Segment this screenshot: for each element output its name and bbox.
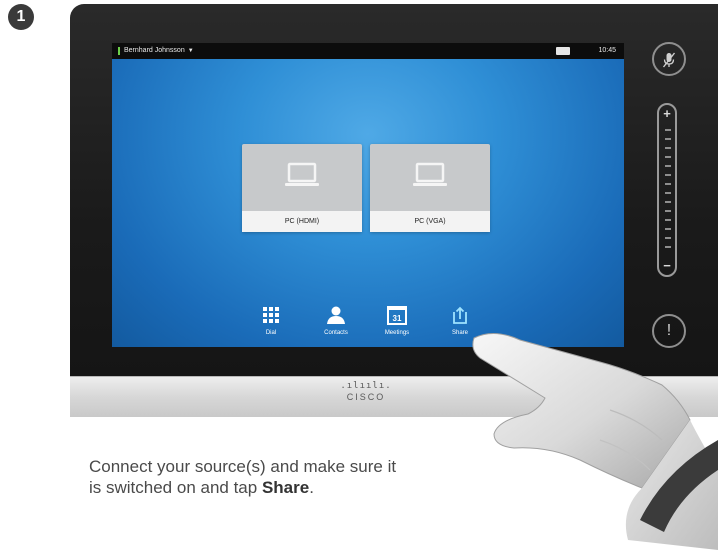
instruction-share-emphasis: Share [261,478,310,497]
chevron-down-icon: ▼ [187,48,194,54]
calendar-day: 31 [393,314,402,323]
contacts-label: Contacts [324,330,348,336]
status-user-name: Bernhard Johnsson [124,47,185,54]
instruction-body: Connect your source(s) and make sure it … [89,457,397,497]
laptop-icon [413,162,447,186]
status-bar: Bernhard Johnsson ▼ 10:45 [112,43,624,59]
source-tile-pc-hdmi[interactable]: PC (HDMI) [242,144,362,232]
person-icon [327,306,345,324]
contacts-button[interactable]: Contacts [308,305,364,336]
calendar-icon: 31 [387,306,407,325]
dial-label: Dial [265,330,277,336]
dial-keypad-icon [263,307,279,323]
share-label: Share [451,330,468,336]
share-button[interactable]: Share [432,305,488,336]
source-label: PC (HDMI) [242,211,362,232]
mute-microphone-button[interactable] [652,42,686,76]
alert-button[interactable]: ! [652,314,686,348]
dial-button[interactable]: Dial [243,305,299,336]
cisco-bars: .ılıılı. [340,381,392,391]
source-label: PC (VGA) [370,211,490,232]
bottom-menu-bar: Dial Contacts 31 Meetings Share [112,305,624,347]
share-icon [453,306,467,324]
meetings-button[interactable]: 31 Meetings [369,305,425,336]
step-number-badge: 1 [8,4,34,30]
status-user-menu[interactable]: Bernhard Johnsson ▼ [124,43,194,59]
status-indicator-icon [118,47,120,55]
source-tile-pc-vga[interactable]: PC (VGA) [370,144,490,232]
instruction-text: Connect your source(s) and make sure it … [89,456,409,498]
instruction-end: . [309,478,314,497]
meetings-label: Meetings [384,330,410,336]
camera-icon[interactable] [556,47,570,55]
cisco-wordmark: CISCO [346,392,386,402]
cisco-logo: .ılıılı. CISCO [336,380,396,402]
touch-screen: Bernhard Johnsson ▼ 10:45 PC (HDMI) PC (V… [112,43,624,347]
microphone-muted-icon [662,52,676,68]
volume-up-button[interactable]: + [659,107,675,121]
status-time: 10:45 [598,47,616,54]
laptop-icon [285,162,319,186]
volume-slider[interactable]: + − [657,103,677,277]
volume-down-button[interactable]: − [659,259,675,273]
